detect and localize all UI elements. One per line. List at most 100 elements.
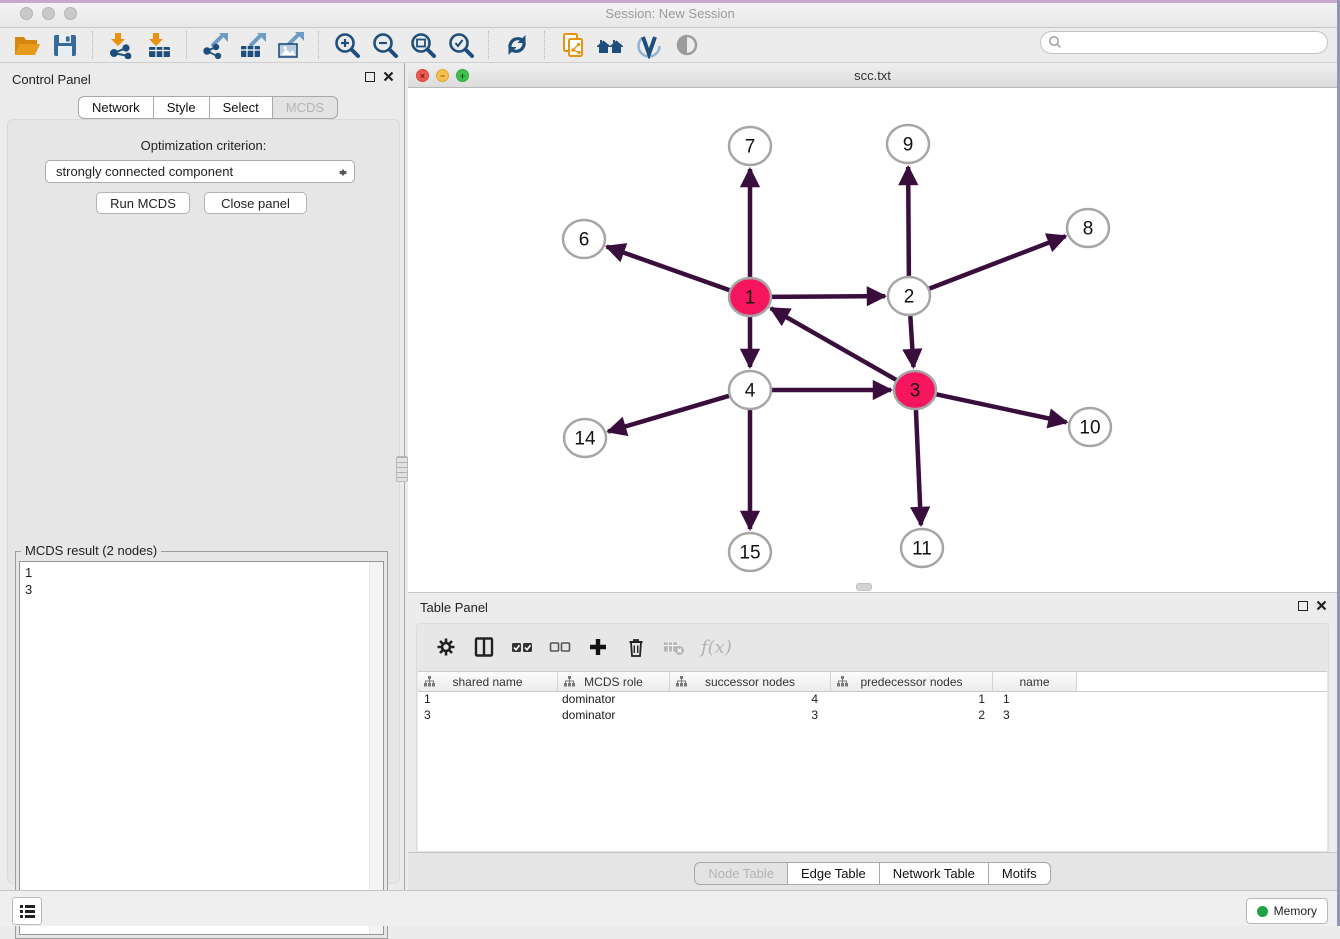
memory-label: Memory <box>1274 904 1317 918</box>
add-icon[interactable] <box>587 636 609 658</box>
network-window-title: scc.txt <box>408 68 1337 83</box>
open-folder-icon[interactable] <box>11 30 43 60</box>
mcds-result-scrollbar[interactable] <box>369 562 383 934</box>
tab-mcds[interactable]: MCDS <box>273 96 338 119</box>
table-tabs: Node TableEdge TableNetwork TableMotifs <box>694 862 1050 885</box>
window-title: Session: New Session <box>0 6 1340 21</box>
network-hscrollbar-thumb[interactable] <box>856 583 872 591</box>
node-label-6: 6 <box>579 230 590 251</box>
clone-network-icon[interactable] <box>557 30 589 60</box>
edge-1-2[interactable] <box>770 296 885 297</box>
column-header-MCDS-role[interactable]: MCDS role <box>558 672 670 691</box>
tab-edge-table[interactable]: Edge Table <box>788 862 880 885</box>
float-table-panel-icon[interactable] <box>1298 601 1308 611</box>
network-window-titlebar[interactable]: × − + scc.txt <box>408 63 1337 88</box>
panel-splitter-handle[interactable] <box>396 456 408 482</box>
control-panel-tabs: NetworkStyleSelectMCDS <box>78 96 338 119</box>
status-bar: Memory <box>0 890 1340 926</box>
mcds-panel: Optimization criterion: strongly connect… <box>7 119 400 884</box>
close-panel-button[interactable]: Close panel <box>204 192 307 214</box>
table-tabs-bar: Node TableEdge TableNetwork TableMotifs <box>408 852 1337 890</box>
tab-select[interactable]: Select <box>210 96 273 119</box>
control-panel: Control Panel NetworkStyleSelectMCDS Opt… <box>0 63 405 890</box>
edge-2-8[interactable] <box>928 236 1066 289</box>
cell-predecessor-nodes: 1 <box>831 692 993 708</box>
table-panel-body: f(x) shared nameMCDS rolesuccessor nodes… <box>416 623 1329 853</box>
cell-shared-name: 1 <box>418 692 558 708</box>
node-label-7: 7 <box>745 137 756 158</box>
edge-4-14[interactable] <box>608 395 731 431</box>
tab-network[interactable]: Network <box>78 96 154 119</box>
delete-table-icon <box>663 636 685 658</box>
column-header-predecessor-nodes[interactable]: predecessor nodes <box>831 672 993 691</box>
export-table-icon[interactable] <box>237 30 269 60</box>
zoom-out-icon[interactable] <box>369 30 401 60</box>
export-image-icon[interactable] <box>275 30 307 60</box>
v-badge-icon[interactable] <box>633 30 665 60</box>
home-icon[interactable] <box>595 30 627 60</box>
zoom-selected-icon[interactable] <box>445 30 477 60</box>
main-toolbar <box>0 28 1340 63</box>
tab-node-table[interactable]: Node Table <box>694 862 788 885</box>
task-history-button[interactable] <box>12 897 42 925</box>
toolbar-separator <box>488 31 490 59</box>
mcds-result-line: 3 <box>25 581 383 598</box>
column-header-name[interactable]: name <box>993 672 1077 691</box>
tab-network-table[interactable]: Network Table <box>880 862 989 885</box>
zoom-fit-icon[interactable] <box>407 30 439 60</box>
mcds-result-line: 1 <box>25 564 383 581</box>
table-row[interactable]: 1dominator411 <box>418 692 1327 708</box>
table-toolbar: f(x) <box>417 624 1328 670</box>
table-header-row: shared nameMCDS rolesuccessor nodesprede… <box>418 672 1327 692</box>
show-columns-icon[interactable] <box>473 636 495 658</box>
cell-MCDS-role: dominator <box>558 708 670 724</box>
edge-3-1[interactable] <box>771 308 898 380</box>
node-label-10: 10 <box>1079 418 1100 439</box>
import-table-icon[interactable] <box>143 30 175 60</box>
node-label-8: 8 <box>1083 219 1094 240</box>
export-network-icon[interactable] <box>199 30 231 60</box>
dropdown-stepper-icon <box>338 164 348 180</box>
node-label-1: 1 <box>745 288 756 309</box>
edge-3-10[interactable] <box>935 394 1067 422</box>
deselect-all-icon[interactable] <box>549 636 571 658</box>
network-view-window: × − + scc.txt 7968124314101511 <box>408 63 1337 592</box>
search-input[interactable] <box>1063 35 1317 51</box>
import-network-icon[interactable] <box>105 30 137 60</box>
window-titlebar: Session: New Session <box>0 0 1340 28</box>
cell-predecessor-nodes: 2 <box>831 708 993 724</box>
node-label-15: 15 <box>739 543 760 564</box>
edge-1-6[interactable] <box>607 247 731 291</box>
save-icon[interactable] <box>49 30 81 60</box>
cell-name: 1 <box>993 692 1077 708</box>
tab-style[interactable]: Style <box>154 96 210 119</box>
memory-status-icon <box>1257 906 1268 917</box>
column-header-shared-name[interactable]: shared name <box>418 672 558 691</box>
edge-3-11[interactable] <box>916 409 921 525</box>
column-header-successor-nodes[interactable]: successor nodes <box>670 672 831 691</box>
zoom-in-icon[interactable] <box>331 30 363 60</box>
table-settings-gear-icon[interactable] <box>435 636 457 658</box>
node-label-2: 2 <box>904 287 915 308</box>
network-canvas[interactable]: 7968124314101511 <box>408 88 1337 592</box>
tab-motifs[interactable]: Motifs <box>989 862 1051 885</box>
edge-2-9[interactable] <box>908 167 909 277</box>
refresh-icon[interactable] <box>501 30 533 60</box>
memory-button[interactable]: Memory <box>1246 898 1328 924</box>
criterion-dropdown[interactable]: strongly connected component <box>45 160 355 183</box>
table-row[interactable]: 3dominator323 <box>418 708 1327 724</box>
delete-trash-icon[interactable] <box>625 636 647 658</box>
cell-name: 3 <box>993 708 1077 724</box>
node-label-14: 14 <box>574 429 596 450</box>
close-table-panel-icon[interactable] <box>1316 600 1327 611</box>
run-mcds-button[interactable]: Run MCDS <box>96 192 190 214</box>
control-panel-title: Control Panel <box>12 72 91 87</box>
close-panel-icon[interactable] <box>383 71 394 82</box>
select-all-icon[interactable] <box>511 636 533 658</box>
cell-successor-nodes: 3 <box>670 708 831 724</box>
search-field[interactable] <box>1040 31 1328 54</box>
edge-2-3[interactable] <box>910 315 913 367</box>
mcds-result-text[interactable]: 13 <box>19 561 384 935</box>
float-panel-icon[interactable] <box>365 72 375 82</box>
show-details-eye-icon[interactable] <box>671 30 703 60</box>
